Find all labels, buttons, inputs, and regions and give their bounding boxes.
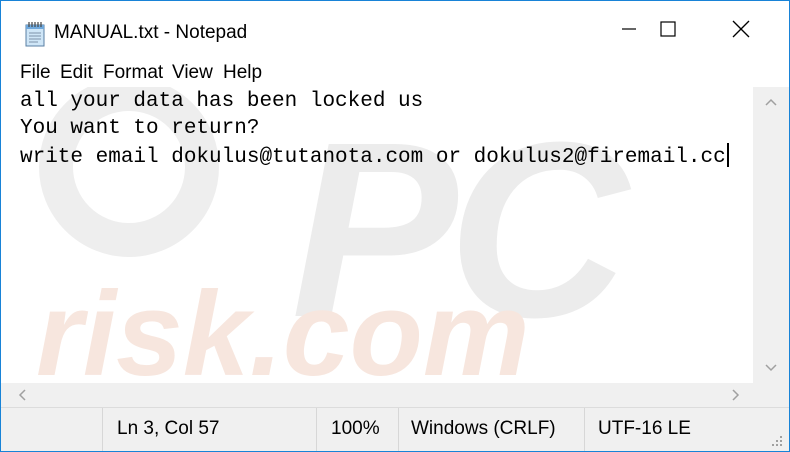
status-divider: [398, 408, 399, 451]
menu-file[interactable]: File: [20, 61, 51, 85]
scroll-left-button[interactable]: [7, 383, 37, 407]
status-line-ending: Windows (CRLF): [411, 418, 556, 439]
scroll-down-button[interactable]: [753, 353, 789, 383]
menu-view[interactable]: View: [172, 61, 213, 85]
status-divider: [584, 408, 585, 451]
menu-edit[interactable]: Edit: [60, 61, 93, 85]
maximize-button[interactable]: [634, 1, 702, 57]
scroll-right-button[interactable]: [721, 383, 751, 407]
window-title: MANUAL.txt - Notepad: [54, 22, 248, 43]
scroll-up-button[interactable]: [753, 87, 789, 117]
chevron-right-icon: [732, 389, 740, 401]
close-icon: [732, 20, 750, 38]
resize-grip-icon[interactable]: [769, 433, 783, 447]
status-cursor-position: Ln 3, Col 57: [117, 418, 220, 439]
status-divider: [316, 408, 317, 451]
notepad-icon: [25, 22, 45, 47]
status-bar: Ln 3, Col 57 100% Windows (CRLF) UTF-16 …: [1, 407, 789, 451]
menu-bar: File Edit Format View Help: [1, 57, 789, 87]
menu-format[interactable]: Format: [103, 61, 163, 85]
chevron-up-icon: [765, 98, 777, 106]
vertical-scrollbar[interactable]: [753, 87, 789, 383]
title-bar[interactable]: MANUAL.txt - Notepad: [1, 1, 789, 57]
scrollbar-corner: [753, 383, 789, 407]
chevron-left-icon: [18, 389, 26, 401]
text-line-1: all your data has been locked us: [20, 90, 424, 113]
maximize-icon: [660, 21, 676, 37]
horizontal-scrollbar[interactable]: [1, 383, 753, 407]
chevron-down-icon: [765, 364, 777, 372]
text-line-3: write email dokulus@tutanota.com or doku…: [20, 143, 729, 171]
status-divider: [102, 408, 103, 451]
text-line-3-content: write email dokulus@tutanota.com or doku…: [20, 146, 726, 169]
notepad-window: MANUAL.txt - Notepad File Edit Format Vi…: [0, 0, 790, 452]
status-zoom: 100%: [331, 418, 380, 439]
text-line-2: You want to return?: [20, 117, 260, 140]
close-button[interactable]: [707, 1, 775, 57]
watermark-risk: risk.com: [36, 267, 530, 383]
status-encoding: UTF-16 LE: [598, 418, 691, 439]
text-caret: [726, 143, 729, 167]
menu-help[interactable]: Help: [223, 61, 262, 85]
text-editor[interactable]: PC risk.com all your data has been locke…: [1, 87, 753, 383]
